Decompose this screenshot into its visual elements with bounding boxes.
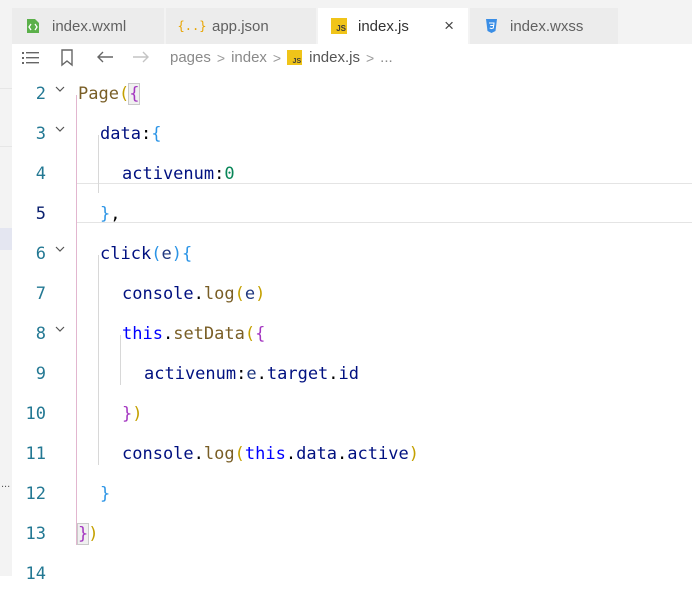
tab-bar: index.wxml {..} app.json JS index.js × i…: [12, 0, 692, 44]
breadcrumb-pages[interactable]: pages: [170, 49, 211, 66]
code-line[interactable]: 3 data:{: [12, 113, 692, 153]
breadcrumb-index[interactable]: index: [231, 49, 267, 66]
code-text: this.setData({: [122, 324, 266, 344]
code-text: console.log(e): [122, 284, 266, 304]
code-line[interactable]: 14: [12, 553, 692, 593]
code-line[interactable]: 5 },: [12, 193, 692, 233]
code-line[interactable]: 13 }): [12, 513, 692, 553]
chevron-down-icon[interactable]: [54, 83, 66, 95]
breadcrumb: pages > index > JS index.js > ...: [170, 49, 393, 66]
line-number: 9: [35, 364, 46, 384]
back-arrow-icon[interactable]: [96, 50, 114, 64]
css-icon: [482, 17, 500, 35]
code-text: console.log(this.data.active): [122, 444, 419, 464]
breadcrumb-file[interactable]: index.js: [309, 49, 360, 66]
line-number: 10: [25, 404, 46, 424]
line-number: 7: [35, 284, 46, 304]
more-indicator: ...: [1, 478, 11, 490]
code-text: activenum:0: [122, 164, 235, 184]
tab-label: index.wxss: [510, 17, 584, 35]
breadcrumb-more[interactable]: ...: [380, 49, 393, 66]
line-number: 12: [25, 484, 46, 504]
code-text: Page({: [78, 83, 141, 105]
code-line[interactable]: 2 Page({: [12, 73, 692, 113]
code-line[interactable]: 9 activenum:e.target.id: [12, 353, 692, 393]
code-line[interactable]: 4 activenum:0: [12, 153, 692, 193]
tab-index-js[interactable]: JS index.js ×: [318, 8, 468, 44]
close-icon[interactable]: ×: [444, 16, 454, 36]
code-line[interactable]: 12 }: [12, 473, 692, 513]
line-number: 8: [35, 324, 46, 344]
code-line[interactable]: 6 click(e){: [12, 233, 692, 273]
chevron-down-icon[interactable]: [54, 323, 66, 335]
line-number: 6: [35, 244, 46, 264]
code-text: data:{: [100, 124, 162, 144]
chevron-down-icon[interactable]: [54, 243, 66, 255]
tab-label: index.wxml: [52, 17, 127, 35]
side-panel-edge: ...: [0, 0, 12, 576]
code-text: }): [76, 523, 99, 545]
wxml-icon: [24, 17, 42, 35]
code-line[interactable]: 10 }): [12, 393, 692, 433]
code-editor[interactable]: 2 Page({ 3 data:{ 4 activenum:0 5 }, 6 c…: [12, 73, 692, 584]
breadcrumb-bar: pages > index > JS index.js > ...: [12, 44, 692, 73]
tab-app-json[interactable]: {..} app.json: [166, 8, 316, 44]
js-icon: JS: [330, 17, 348, 35]
list-icon[interactable]: [22, 50, 40, 66]
js-icon: JS: [287, 50, 303, 65]
code-text: }): [122, 404, 143, 424]
line-number: 3: [35, 124, 46, 144]
divider: [0, 146, 12, 147]
chevron-right-icon: >: [272, 49, 282, 66]
chevron-down-icon[interactable]: [54, 123, 66, 135]
code-line[interactable]: 8 this.setData({: [12, 313, 692, 353]
line-number: 2: [35, 84, 46, 104]
json-icon: {..}: [177, 19, 207, 33]
code-line[interactable]: 11 console.log(this.data.active): [12, 433, 692, 473]
selected-row-marker: [0, 228, 12, 250]
divider: [0, 88, 12, 89]
code-line[interactable]: 7 console.log(e): [12, 273, 692, 313]
line-number: 5: [35, 204, 46, 224]
line-number: 4: [35, 164, 46, 184]
forward-arrow-icon[interactable]: [132, 50, 150, 64]
tab-label: app.json: [212, 17, 269, 35]
tab-index-wxss[interactable]: index.wxss: [470, 8, 618, 44]
line-number: 13: [25, 524, 46, 544]
line-number: 11: [25, 444, 46, 464]
line-number: 14: [25, 564, 46, 584]
chevron-right-icon: >: [365, 49, 375, 66]
bookmark-icon[interactable]: [60, 49, 74, 67]
chevron-right-icon: >: [216, 49, 226, 66]
tab-label: index.js: [358, 17, 409, 35]
code-text: },: [100, 204, 121, 224]
code-text: }: [100, 484, 111, 504]
code-text: click(e){: [100, 244, 193, 264]
code-text: activenum:e.target.id: [144, 364, 360, 384]
tab-index-wxml[interactable]: index.wxml: [12, 8, 164, 44]
